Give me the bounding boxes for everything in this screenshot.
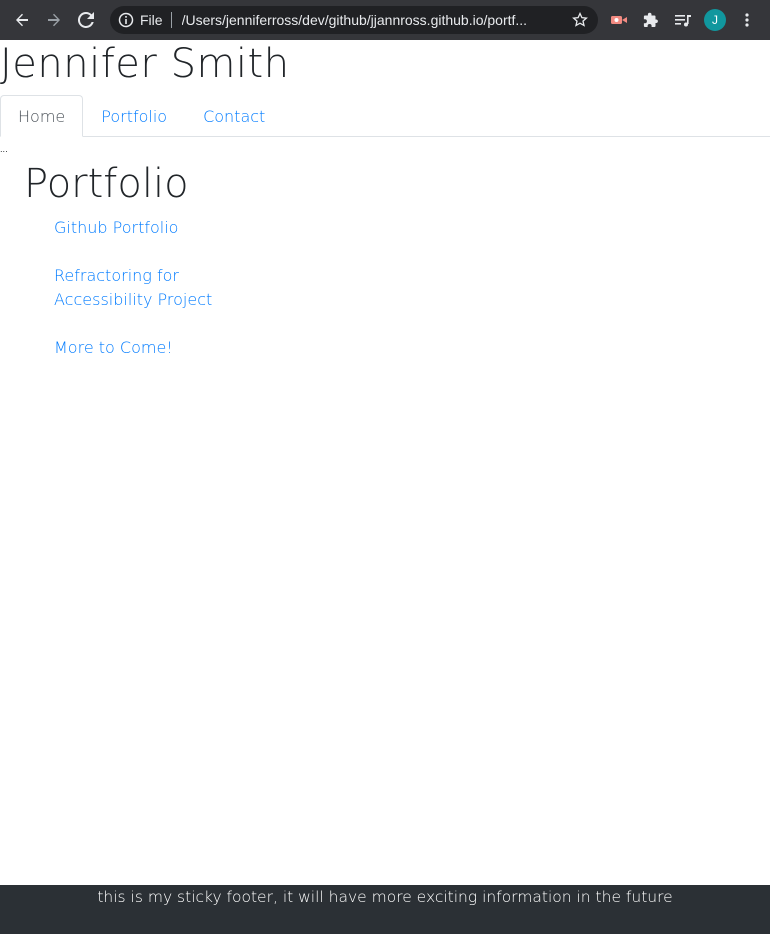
address-bar[interactable]: File /Users/jenniferross/dev/github/jjan… xyxy=(110,6,598,34)
back-button[interactable] xyxy=(8,6,36,34)
stray-text: ... xyxy=(0,145,8,154)
profile-avatar[interactable]: J xyxy=(704,9,726,31)
footer-text: this is my sticky footer, it will have m… xyxy=(97,888,673,906)
arrow-left-icon xyxy=(16,13,28,27)
playlist-music-icon xyxy=(675,15,691,27)
media-controls-button[interactable] xyxy=(673,10,693,30)
bookmark-star-icon[interactable] xyxy=(572,12,588,28)
sticky-footer: this is my sticky footer, it will have m… xyxy=(0,885,770,934)
portfolio-heading: Portfolio xyxy=(24,161,189,207)
browser-menu-button[interactable] xyxy=(737,10,757,30)
reload-icon xyxy=(78,12,94,28)
extensions-button[interactable] xyxy=(641,10,661,30)
accessibility-project-link[interactable]: Refractoring for Accessibility Project xyxy=(54,264,254,312)
url-text[interactable]: /Users/jenniferross/dev/github/jjannross… xyxy=(182,12,560,28)
more-to-come-link[interactable]: More to Come! xyxy=(54,336,254,360)
main-nav-tabs: Home Portfolio Contact xyxy=(0,95,770,137)
separator xyxy=(170,12,172,28)
tab-home[interactable]: Home xyxy=(0,95,84,137)
github-portfolio-link[interactable]: Github Portfolio xyxy=(54,216,254,240)
scheme-label: File xyxy=(140,12,163,28)
site-title: Jennifer Smith xyxy=(0,41,290,87)
arrow-right-icon xyxy=(48,13,60,27)
browser-toolbar: File /Users/jenniferross/dev/github/jjan… xyxy=(0,0,770,40)
forward-button[interactable] xyxy=(40,6,68,34)
reload-button[interactable] xyxy=(72,6,100,34)
video-camera-icon xyxy=(611,16,627,24)
puzzle-icon xyxy=(643,12,658,27)
tab-contact[interactable]: Contact xyxy=(185,95,283,137)
more-vertical-icon xyxy=(745,13,749,27)
screen-recorder-extension[interactable] xyxy=(609,10,629,30)
portfolio-link-list: Github Portfolio Refractoring for Access… xyxy=(54,216,254,384)
info-icon[interactable] xyxy=(118,12,134,28)
tab-portfolio[interactable]: Portfolio xyxy=(83,95,185,137)
